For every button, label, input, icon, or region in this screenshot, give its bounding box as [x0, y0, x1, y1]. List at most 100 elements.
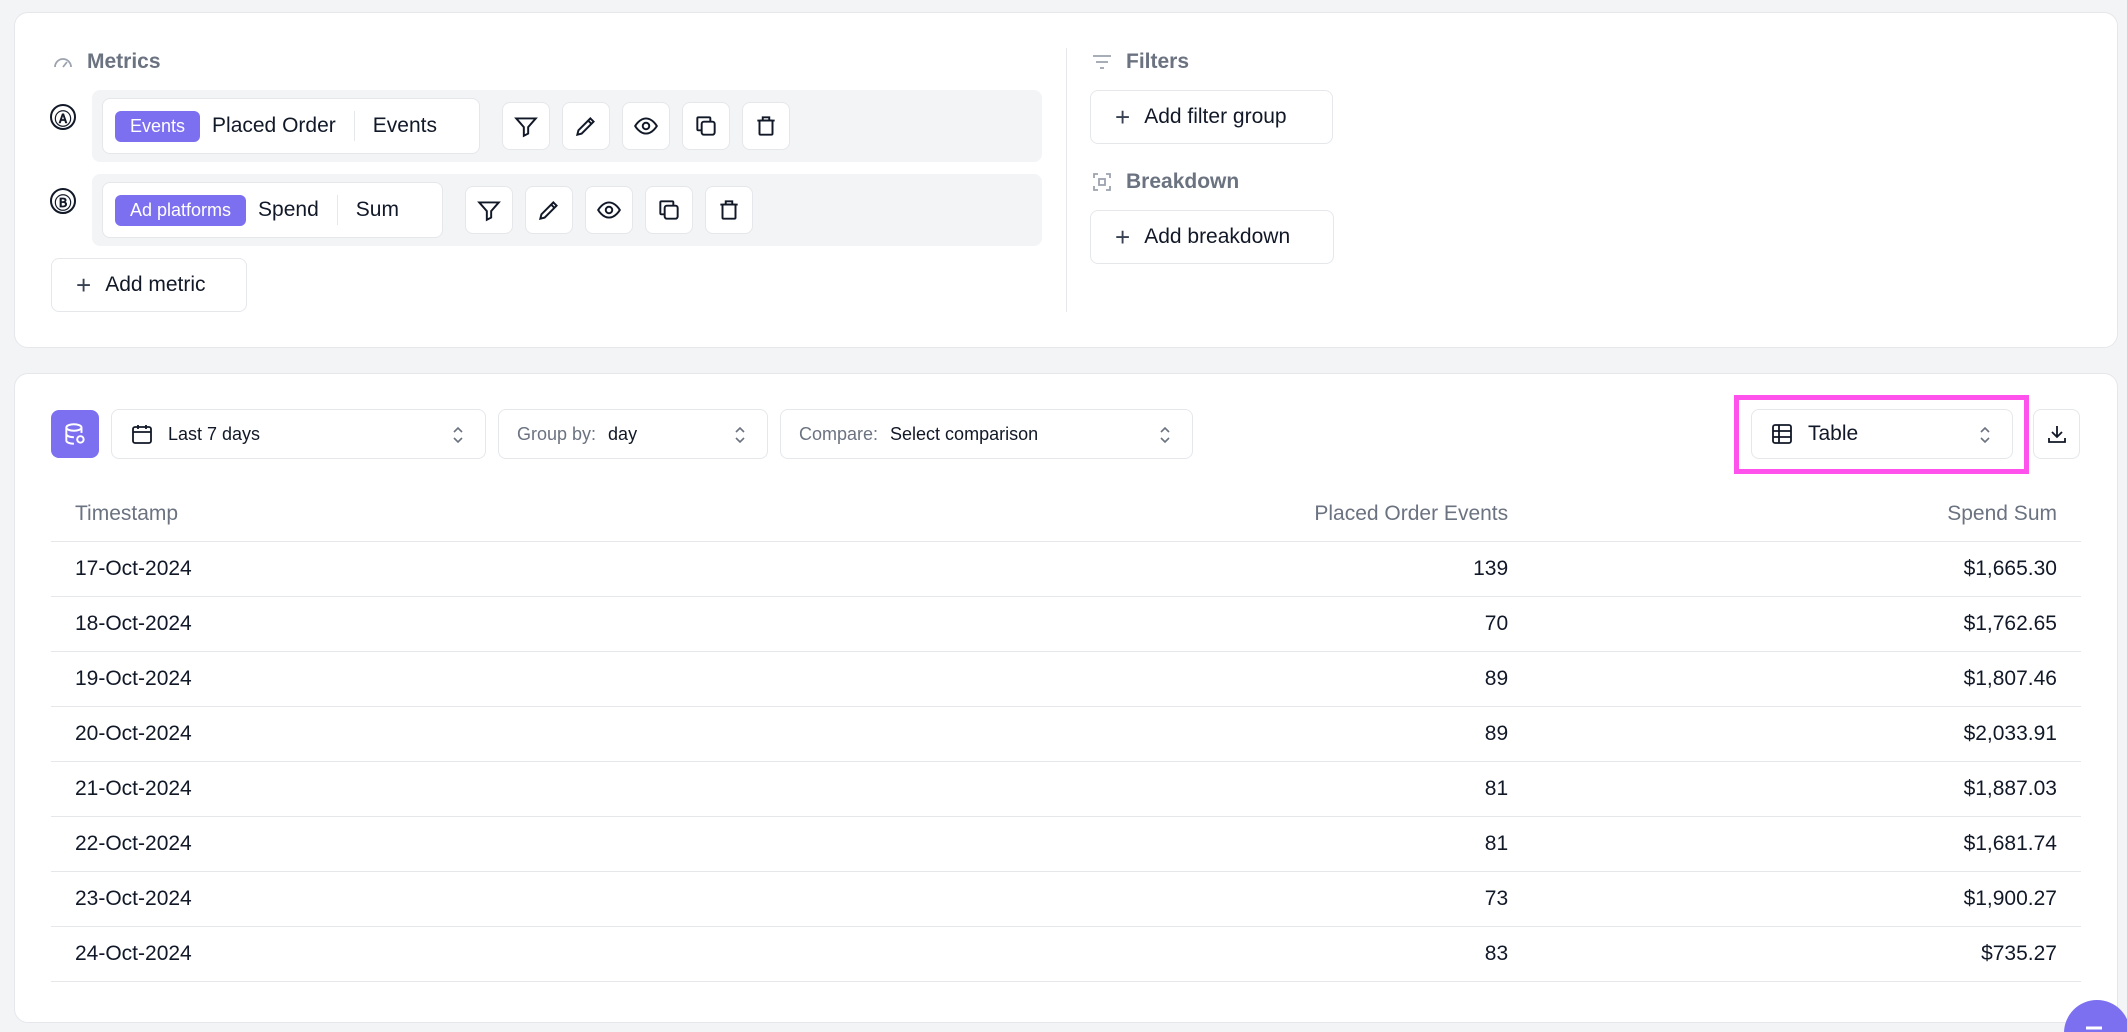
plus-icon: + [76, 270, 92, 300]
cell-timestamp: 18-Oct-2024 [51, 596, 691, 652]
group-by-select[interactable]: Group by: day [498, 409, 768, 459]
pencil-icon [575, 117, 595, 137]
column-header-placed-order-events[interactable]: Placed Order Events [691, 487, 1533, 542]
delete-metric-button[interactable] [742, 102, 790, 150]
metric-source-tag: Events [115, 110, 201, 142]
toggle-visibility-button[interactable] [585, 186, 633, 234]
duplicate-metric-button[interactable] [682, 102, 730, 150]
edit-metric-button[interactable] [525, 186, 573, 234]
cell-spend-sum: $1,807.46 [1532, 651, 2081, 707]
metrics-section-label: Metrics [51, 50, 161, 74]
delete-metric-button[interactable] [705, 186, 753, 234]
metric-selector-a[interactable]: Events Placed Order Events [102, 98, 480, 154]
table-header-row: Timestamp Placed Order Events Spend Sum [51, 487, 2081, 542]
metric-aggregation: Events [372, 114, 437, 137]
eye-icon [597, 201, 621, 219]
copy-icon [696, 116, 716, 136]
chat-launcher-button[interactable] [2064, 1000, 2127, 1032]
pencil-icon [538, 201, 558, 221]
filters-label: Filters [1126, 50, 1190, 73]
metric-row-a: Events Placed Order Events [92, 90, 1042, 162]
column-header-timestamp[interactable]: Timestamp [51, 487, 691, 542]
metric-selector-b[interactable]: Ad platforms Spend Sum [102, 182, 443, 238]
cell-timestamp: 21-Oct-2024 [51, 761, 691, 817]
chat-icon [2086, 1026, 2102, 1030]
cell-placed-order-events: 73 [691, 871, 1533, 927]
chevron-updown-icon [733, 424, 747, 446]
cell-spend-sum: $735.27 [1532, 926, 2081, 982]
filter-icon [514, 117, 538, 138]
eye-icon [634, 117, 658, 135]
table-row: 20-Oct-2024 89 $2,033.91 [51, 706, 2081, 762]
add-metric-button[interactable]: + Add metric [51, 258, 247, 312]
date-range-select[interactable]: Last 7 days [111, 409, 486, 459]
column-header-spend-sum[interactable]: Spend Sum [1532, 487, 2081, 542]
filter-metric-button[interactable] [465, 186, 513, 234]
compare-label: Compare: [799, 423, 879, 444]
breakdown-icon [1093, 173, 1111, 191]
edit-metric-button[interactable] [562, 102, 610, 150]
cell-spend-sum: $1,900.27 [1532, 871, 2081, 927]
divider [353, 111, 355, 141]
download-button[interactable] [2033, 409, 2080, 459]
toggle-visibility-button[interactable] [622, 102, 670, 150]
divider [336, 195, 338, 225]
date-range-value: Last 7 days [168, 423, 261, 444]
cell-spend-sum: $1,887.03 [1532, 761, 2081, 817]
table-row: 24-Oct-2024 83 $735.27 [51, 926, 2081, 982]
cell-placed-order-events: 89 [691, 706, 1533, 762]
metric-letter-b: Ⓑ [50, 188, 76, 214]
cell-timestamp: 24-Oct-2024 [51, 926, 691, 982]
metric-letter-a: Ⓐ [50, 104, 76, 130]
breakdown-label: Breakdown [1126, 170, 1240, 193]
copy-icon [659, 200, 679, 220]
metric-source-tag: Ad platforms [115, 194, 247, 226]
metric-aggregation: Sum [355, 198, 399, 221]
cell-spend-sum: $1,681.74 [1532, 816, 2081, 872]
metric-name: Placed Order [212, 114, 336, 137]
metric-row-b: Ad platforms Spend Sum [92, 174, 1042, 246]
chevron-updown-icon [451, 424, 465, 446]
filter-lines-icon [1093, 55, 1111, 69]
database-icon [65, 423, 85, 445]
section-divider [1066, 48, 1067, 312]
cell-placed-order-events: 81 [691, 761, 1533, 817]
gauge-icon [54, 58, 72, 68]
filter-icon [477, 201, 501, 222]
trash-icon [757, 116, 775, 136]
group-by-value: day [608, 423, 638, 444]
cell-placed-order-events: 81 [691, 816, 1533, 872]
add-breakdown-label: Add breakdown [1144, 225, 1291, 248]
cell-placed-order-events: 83 [691, 926, 1533, 982]
plus-icon: + [1115, 102, 1131, 132]
compare-select[interactable]: Compare: Select comparison [780, 409, 1193, 459]
table-row: 19-Oct-2024 89 $1,807.46 [51, 651, 2081, 707]
duplicate-metric-button[interactable] [645, 186, 693, 234]
results-table: Timestamp Placed Order Events Spend Sum … [51, 487, 2081, 982]
cell-placed-order-events: 70 [691, 596, 1533, 652]
table-row: 21-Oct-2024 81 $1,887.03 [51, 761, 2081, 817]
cell-spend-sum: $1,762.65 [1532, 596, 2081, 652]
table-icon [1772, 424, 1792, 444]
table-row: 23-Oct-2024 73 $1,900.27 [51, 871, 2081, 927]
filters-section-label: Filters [1090, 50, 1189, 74]
download-icon [2047, 426, 2066, 443]
metric-name: Spend [258, 198, 319, 221]
cell-timestamp: 23-Oct-2024 [51, 871, 691, 927]
chevron-updown-icon [1158, 424, 1172, 446]
table-row: 18-Oct-2024 70 $1,762.65 [51, 596, 2081, 652]
plus-icon: + [1115, 222, 1131, 252]
table-row: 22-Oct-2024 81 $1,681.74 [51, 816, 2081, 872]
add-breakdown-button[interactable]: + Add breakdown [1090, 210, 1334, 264]
compare-value: Select comparison [890, 423, 1039, 444]
view-type-select[interactable]: Table [1751, 409, 2013, 459]
data-source-button[interactable] [51, 410, 99, 458]
metrics-label: Metrics [87, 50, 161, 73]
trash-icon [720, 200, 738, 220]
cell-timestamp: 22-Oct-2024 [51, 816, 691, 872]
add-filter-group-button[interactable]: + Add filter group [1090, 90, 1333, 144]
chevron-updown-icon [1978, 424, 1992, 446]
filter-metric-button[interactable] [502, 102, 550, 150]
table-row: 17-Oct-2024 139 $1,665.30 [51, 541, 2081, 597]
cell-spend-sum: $2,033.91 [1532, 706, 2081, 762]
